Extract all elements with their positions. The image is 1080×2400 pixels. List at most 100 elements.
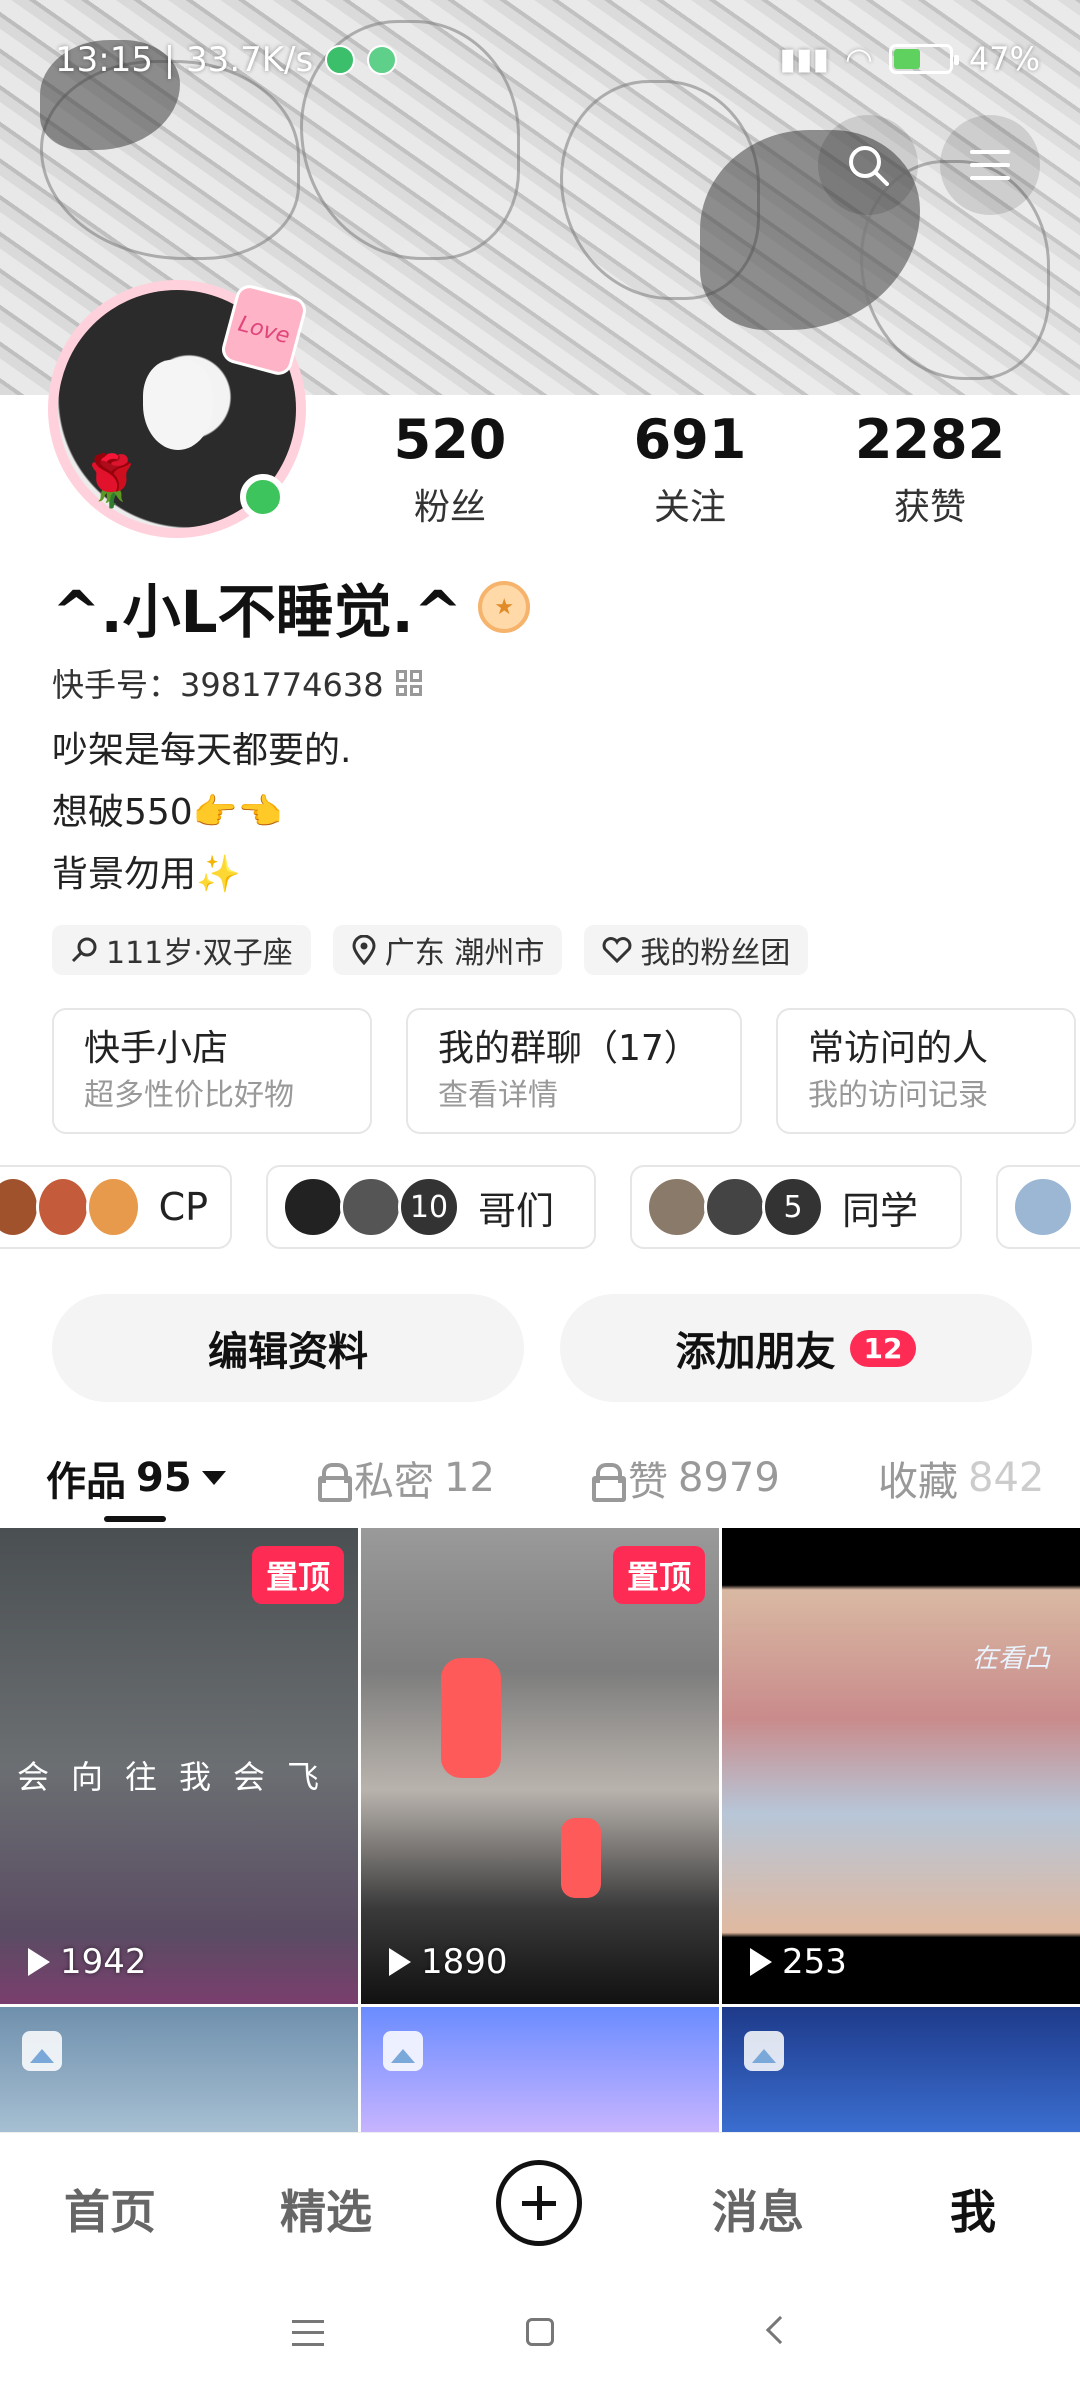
status-right: ▮▮▮ ◠ 47% [779,40,1040,78]
tab-label: 赞 [628,1459,668,1505]
dropdown-icon [201,1471,226,1485]
chip-avatar [282,1176,344,1238]
stat-label: 获赞 [893,487,966,528]
chip-avatar [646,1176,708,1238]
chip-buddies[interactable]: 10 哥们 [266,1165,596,1249]
tab-count: 8979 [678,1455,780,1501]
nav-home[interactable]: 首页 [64,2176,156,2242]
card-shop[interactable]: 快手小店 超多性价比好物 [52,1008,372,1134]
stat-following[interactable]: 691 关注 [570,408,810,530]
tag-fan-club[interactable]: 我的粉丝团 [584,925,809,975]
recent-apps-icon[interactable] [292,2320,324,2346]
tab-works[interactable]: 作品 95 [46,1449,226,1507]
tag-label: 111岁·双子座 [106,936,293,971]
signal-icon: ▮▮▮ [779,41,829,77]
user-id[interactable]: 快手号：3981774638 [52,660,422,706]
chip-label: 同学 [842,1188,919,1233]
play-icon [750,1948,772,1976]
bio-line: 想破550👉👈 [52,792,283,833]
pinned-badge: 置顶 [612,1546,705,1604]
stat-followers[interactable]: 520 粉丝 [330,408,570,530]
chip-avatar [1012,1176,1074,1238]
chip-count: 5 [762,1176,824,1238]
tab-count: 12 [444,1455,495,1501]
profile-actions: 编辑资料 添加朋友 12 [52,1294,1032,1402]
chip-label: CP [158,1185,209,1229]
chip-more[interactable] [996,1165,1080,1249]
play-count: 1942 [28,1942,147,1982]
wechat-icon [367,45,398,75]
search-button[interactable] [818,115,918,215]
rose-icon: 🌹 [80,452,143,510]
create-button[interactable] [496,2160,582,2246]
tab-label: 收藏 [878,1459,958,1505]
bio-line: 背景勿用✨ [52,854,241,895]
tab-count: 95 [136,1455,192,1501]
active-tab-indicator [104,1516,166,1522]
card-frequent-visitors[interactable]: 常访问的人 我的访问记录 [776,1008,1076,1134]
play-count-value: 1890 [421,1942,508,1982]
card-group-chat[interactable]: 我的群聊（17） 查看详情 [406,1008,742,1134]
tag-age[interactable]: 111岁·双子座 [52,925,311,975]
chip-avatar [86,1176,141,1238]
image-icon [383,2031,423,2071]
photo-tile[interactable] [361,2007,719,2135]
battery-icon [888,44,959,74]
menu-button[interactable] [940,115,1040,215]
nav-me[interactable]: 我 [950,2176,996,2242]
tab-label: 私密 [354,1459,434,1505]
qr-code-icon[interactable] [395,670,422,696]
video-tile[interactable]: 置顶 会向往我会飞 1942 [0,1528,358,2004]
heart-icon [602,937,632,963]
video-tile[interactable]: 置顶 1890 [361,1528,719,2004]
stat-label: 关注 [653,487,726,528]
chip-count: 10 [398,1176,460,1238]
stat-value: 691 [633,408,747,471]
photo-tile[interactable] [0,2007,358,2135]
nav-messages[interactable]: 消息 [712,2176,804,2242]
tag-location[interactable]: 广东 潮州市 [332,925,563,975]
edit-profile-button[interactable]: 编辑资料 [52,1294,524,1402]
username: ^.小L不睡觉.^ ★ [52,565,531,649]
search-icon [849,146,889,186]
photo-tile[interactable] [722,2007,1080,2135]
chip-cp[interactable]: CP [0,1165,232,1249]
video-tile[interactable]: 在看凸 253 [722,1528,1080,2004]
level-badge-icon[interactable]: ★ [478,581,531,633]
video-caption: 在看凸 [971,1644,1050,1674]
status-bar: 13:15 | 33.7K/s ▮▮▮ ◠ 47% [0,0,1080,120]
status-left: 13:15 | 33.7K/s [55,40,398,80]
card-title: 我的群聊（17） [438,1028,700,1069]
play-icon [28,1948,50,1976]
bio: 吵架是每天都要的. 想破550👉👈 背景勿用✨ [52,720,351,906]
stat-likes[interactable]: 2282 获赞 [810,408,1050,530]
tab-favorites[interactable]: 收藏 842 [878,1449,1044,1507]
battery-level: 47% [968,40,1040,78]
relation-chips: CP 10 哥们 5 同学 [0,1165,1080,1249]
chip-avatar [0,1176,41,1238]
tab-liked[interactable]: 赞 8979 [592,1449,780,1507]
bio-line: 吵架是每天都要的. [52,730,352,771]
card-title: 常访问的人 [808,1028,989,1069]
video-grid: 置顶 会向往我会飞 1942 置顶 1890 在看凸 253 [0,1528,1080,2135]
play-count-value: 253 [782,1942,847,1982]
nav-featured[interactable]: 精选 [280,2176,372,2242]
chip-classmates[interactable]: 5 同学 [630,1165,962,1249]
add-friend-button[interactable]: 添加朋友 12 [560,1294,1032,1402]
tag-label: 我的粉丝团 [640,936,791,971]
card-subtitle: 超多性价比好物 [84,1078,294,1113]
image-icon [744,2031,784,2071]
stat-value: 520 [393,408,507,471]
tag-label: 广东 潮州市 [384,936,545,971]
user-id-text: 快手号：3981774638 [52,666,384,704]
home-icon[interactable] [526,2318,554,2346]
avatar-tag-text: Love [235,311,293,349]
location-icon [352,935,376,965]
avatar-face [143,360,213,450]
profile-tags: 111岁·双子座 广东 潮州市 我的粉丝团 [52,925,809,975]
lock-icon [592,1463,626,1502]
username-text: ^.小L不睡觉.^ [52,578,463,646]
tab-private[interactable]: 私密 12 [318,1449,495,1507]
gender-icon [71,937,97,963]
chip-avatar [36,1176,91,1238]
